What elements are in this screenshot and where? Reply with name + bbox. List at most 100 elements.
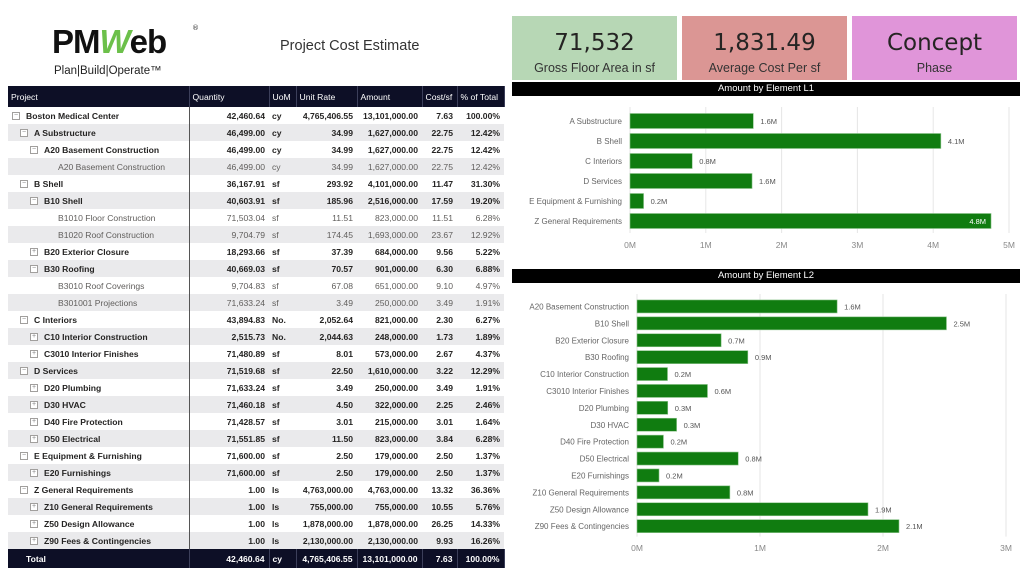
table-row[interactable]: + B20 Exterior Closure 18,293.66 sf 37.39 684… <box>8 243 504 260</box>
row-label: A Substructure <box>34 127 96 138</box>
cell-quantity: 1.00 <box>189 532 269 549</box>
bar[interactable] <box>636 316 947 331</box>
expand-icon[interactable]: + <box>30 384 38 393</box>
cell-amount: 1,627,000.00 <box>367 144 418 155</box>
cell-uom: sf <box>272 348 280 359</box>
bar[interactable] <box>636 485 731 500</box>
table-row[interactable]: + D20 Plumbing 71,633.24 sf 3.49 250,000.00 3.… <box>8 379 504 396</box>
bar[interactable] <box>636 401 669 415</box>
row-label: B1020 Roof Construction <box>58 229 155 240</box>
bar[interactable] <box>629 173 753 189</box>
column-header-cost-sf[interactable]: Cost/sf <box>422 86 458 107</box>
bar[interactable] <box>629 153 693 169</box>
table-row[interactable]: B3010 Roof Coverings 9,704.83 sf 67.08 651,0… <box>8 277 504 294</box>
bar[interactable] <box>629 113 754 129</box>
row-label: D Services <box>34 365 78 376</box>
cell-quantity: 71,551.85 <box>189 430 269 447</box>
bar[interactable] <box>636 299 838 314</box>
table-row[interactable]: − Boston Medical Center 42,460.64 cy 4,765,4… <box>8 107 504 124</box>
table-row[interactable]: − D Services 71,519.68 sf 22.50 1,610,000.00 3… <box>8 362 504 379</box>
bar[interactable] <box>636 333 722 348</box>
table-row[interactable]: B301001 Projections 71,633.24 sf 3.49 250,00… <box>8 294 504 311</box>
bar[interactable] <box>636 468 660 483</box>
cell-pct: 12.92% <box>457 226 504 243</box>
expand-icon[interactable]: + <box>30 469 38 478</box>
bar[interactable] <box>636 519 900 533</box>
table-row[interactable]: + E20 Furnishings 71,600.00 sf 2.50 179,000.0… <box>8 464 504 481</box>
bar[interactable] <box>636 367 668 381</box>
cell-uom: sf <box>269 396 296 413</box>
collapse-icon[interactable]: − <box>12 112 20 121</box>
column-header-quantity[interactable]: Quantity <box>189 86 270 107</box>
table-row[interactable]: − B Shell 36,167.91 sf 293.92 4,101,000.00 11.… <box>8 175 504 192</box>
cell-unit-rate: 3.49 <box>296 294 357 311</box>
expand-icon[interactable]: + <box>30 520 38 529</box>
table-row[interactable]: + D50 Electrical 71,551.85 sf 11.50 823,000.0… <box>8 430 504 447</box>
column-header-uom[interactable]: UoM <box>269 86 297 107</box>
table-row[interactable]: + Z50 Design Allowance 1.00 ls 1,878,000.00 1… <box>8 515 504 532</box>
category-label: E Equipment & Furnishing <box>529 197 622 206</box>
table-row[interactable]: − A Substructure 46,499.00 cy 34.99 1,627,000… <box>8 124 504 141</box>
cell-project: B301001 Projections <box>8 294 190 311</box>
bar[interactable] <box>636 502 869 517</box>
column-header-project[interactable]: Project <box>8 86 190 107</box>
table-row[interactable]: − E Equipment & Furnishing 71,600.00 sf 2.50… <box>8 447 504 464</box>
cell-amount: 1,627,000.00 <box>357 158 422 175</box>
table-row[interactable]: − Z General Requirements 1.00 ls 4,763,000.0… <box>8 481 504 498</box>
expand-icon[interactable]: + <box>30 248 38 257</box>
collapse-icon[interactable]: − <box>30 265 38 274</box>
expand-icon[interactable]: + <box>30 503 38 512</box>
table-row[interactable]: + Z90 Fees & Contingencies 1.00 ls 2,130,000… <box>8 532 504 549</box>
bar[interactable] <box>629 193 644 209</box>
bar[interactable] <box>629 213 992 229</box>
cell-cost-sf: 22.75 <box>422 158 457 175</box>
cell-pct: 1.37% <box>475 450 500 461</box>
table-row[interactable]: + C3010 Interior Finishes 71,480.89 sf 8.01 5… <box>8 345 504 362</box>
table-row[interactable]: − B30 Roofing 40,669.03 sf 70.57 901,000.00 6.… <box>8 260 504 277</box>
cell-pct: 19.20% <box>457 192 504 209</box>
column-header-unit-rate[interactable]: Unit Rate <box>296 86 358 107</box>
bar[interactable] <box>636 451 739 466</box>
column-header-amount[interactable]: Amount <box>357 86 423 107</box>
table-row[interactable]: + C10 Interior Construction 2,515.73 No. 2,0… <box>8 328 504 345</box>
collapse-icon[interactable]: − <box>20 180 28 189</box>
collapse-icon[interactable]: − <box>20 316 28 325</box>
collapse-icon[interactable]: − <box>30 197 38 206</box>
expand-icon[interactable]: + <box>30 350 38 359</box>
cell-cost-sf: 3.01 <box>436 416 453 427</box>
collapse-icon[interactable]: − <box>30 146 38 155</box>
expand-icon[interactable]: + <box>30 435 38 444</box>
table-row[interactable]: − C Interiors 43,894.83 No. 2,052.64 821,000.… <box>8 311 504 328</box>
cell-project: − B10 Shell <box>8 192 190 209</box>
table-row[interactable]: − A20 Basement Construction 46,499.00 cy 34.… <box>8 141 504 158</box>
collapse-icon[interactable]: − <box>20 452 28 461</box>
table-row[interactable]: + Z10 General Requirements 1.00 ls 755,000.0… <box>8 498 504 515</box>
bar[interactable] <box>636 417 677 432</box>
cell-uom: sf <box>269 362 296 379</box>
cell-project: + Z90 Fees & Contingencies <box>8 532 190 549</box>
cell-uom: sf <box>269 226 296 243</box>
bar[interactable] <box>636 434 664 449</box>
expand-icon[interactable]: + <box>30 401 38 410</box>
category-label: B30 Roofing <box>585 353 629 362</box>
x-tick-label: 1M <box>700 240 712 250</box>
table-row[interactable]: − B10 Shell 40,603.91 sf 185.96 2,516,000.00 1… <box>8 192 504 209</box>
expand-icon[interactable]: + <box>30 418 38 427</box>
row-label: Boston Medical Center <box>26 110 120 121</box>
bar[interactable] <box>629 133 942 149</box>
bar[interactable] <box>636 384 708 398</box>
collapse-icon[interactable]: − <box>20 129 28 138</box>
collapse-icon[interactable]: − <box>20 367 28 376</box>
table-row[interactable]: + D40 Fire Protection 71,428.57 sf 3.01 215,0… <box>8 413 504 430</box>
bar[interactable] <box>636 350 749 364</box>
table-row[interactable]: A20 Basement Construction 46,499.00 cy 34.9… <box>8 158 504 175</box>
expand-icon[interactable]: + <box>30 537 38 546</box>
table-row[interactable]: + D30 HVAC 71,460.18 sf 4.50 322,000.00 2.25 2.… <box>8 396 504 413</box>
kpi-label: Phase <box>916 61 953 75</box>
expand-icon[interactable]: + <box>30 333 38 342</box>
table-row[interactable]: B1020 Roof Construction 9,704.79 sf 174.45 1… <box>8 226 504 243</box>
column-header-pct-total[interactable]: % of Total <box>457 86 505 107</box>
cell-quantity: 2,515.73 <box>189 328 269 345</box>
table-row[interactable]: B1010 Floor Construction 71,503.04 sf 11.51… <box>8 209 504 226</box>
collapse-icon[interactable]: − <box>20 486 28 495</box>
